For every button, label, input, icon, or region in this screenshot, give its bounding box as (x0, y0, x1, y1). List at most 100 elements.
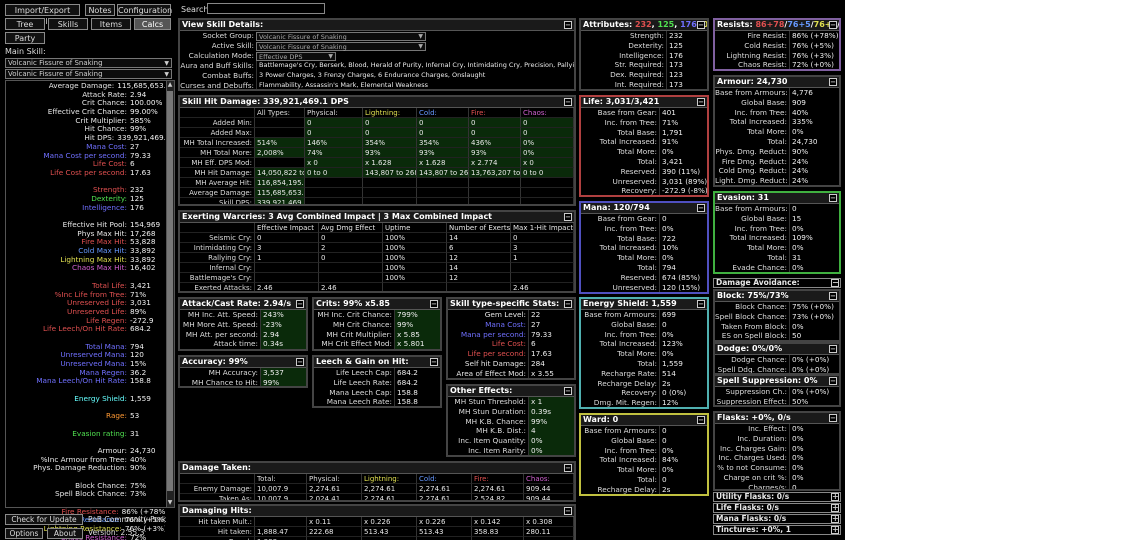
row-label: Base from Armours: (584, 310, 657, 319)
stat-row: Lightning Max Hit: 33,892 (6, 256, 165, 265)
configuration-button[interactable]: Configuration (117, 4, 172, 16)
collapse-icon[interactable]: − (697, 21, 705, 29)
tinctures-header[interactable]: Tinctures: +0%, 1 + (713, 525, 841, 535)
view-skill-select[interactable]: Effective DPS ▼ (256, 51, 336, 61)
collapse-icon[interactable]: − (697, 300, 705, 308)
mana-flasks-header[interactable]: Mana Flasks: 0/s + (713, 514, 841, 524)
grid-cell: 100% (383, 253, 447, 263)
collapse-icon[interactable]: − (296, 358, 304, 366)
about-button[interactable]: About (47, 528, 83, 539)
expand-icon[interactable]: + (831, 493, 839, 501)
collapse-icon[interactable]: − (829, 377, 837, 385)
expand-icon[interactable]: + (831, 504, 839, 512)
res-cold-value: 76+5 (787, 20, 811, 29)
search-input[interactable] (207, 3, 325, 14)
collapse-icon[interactable]: − (829, 345, 837, 353)
row-label: Cold Resist: (744, 40, 787, 50)
stat-label: Evasion rating: (72, 429, 127, 438)
stat-label: Phys Max Hit: (77, 229, 127, 238)
options-button[interactable]: Options (5, 528, 43, 539)
grid-col-header: Physical: (307, 474, 362, 484)
view-skill-select[interactable]: Volcanic Fissure of Snaking ▼ (256, 31, 426, 41)
panel-row: Total More: 0% (715, 127, 839, 137)
chevron-down-icon: ▼ (418, 42, 423, 50)
scroll-down-icon[interactable]: ▼ (166, 499, 174, 507)
row-label: MH Crit Chance: (332, 319, 392, 329)
stat-row: Total Life: 3,421 (6, 282, 165, 291)
tab-calcs[interactable]: Calcs (134, 18, 171, 30)
grid-row-label: Average Damage: (180, 188, 255, 198)
main-skill-select[interactable]: Volcanic Fissure of Snaking ▼ (5, 58, 172, 68)
tab-skills[interactable]: Skills (48, 18, 88, 30)
collapse-icon[interactable]: − (564, 464, 572, 472)
tab-tree[interactable]: Tree (5, 18, 45, 30)
tab-items[interactable]: Items (91, 18, 131, 30)
row-value: 2s (659, 484, 707, 494)
expand-icon[interactable]: + (831, 526, 839, 534)
mana-panel: Mana: 120/794− Base from Gear: 0 Inc. from… (579, 201, 709, 294)
view-skill-select[interactable]: Volcanic Fissure of Snaking ▼ (256, 41, 426, 51)
collapse-icon[interactable]: − (697, 204, 705, 212)
row-label: Base from Armours: (715, 88, 788, 97)
collapse-icon[interactable]: − (430, 300, 438, 308)
row-value: 0 (659, 474, 707, 485)
row-label: Intelligence: (619, 50, 664, 60)
collapse-icon[interactable]: − (430, 358, 438, 366)
grid-cell: 100% (383, 233, 447, 243)
collapse-icon[interactable]: − (829, 194, 837, 202)
panel-row: Inc. from Tree: 0% (581, 223, 707, 234)
stat-row: Chaos Max Hit: 16,402 (6, 264, 165, 273)
collapse-icon[interactable]: − (697, 416, 705, 424)
collapse-icon[interactable]: − (564, 300, 572, 308)
stat-value: 73% (130, 490, 147, 499)
stat-row: Mana Leech/On Hit Rate: 158.8 (6, 377, 165, 386)
grid-cell: 93% (417, 148, 469, 158)
scrollbar-thumb[interactable] (167, 91, 173, 491)
row-label: Inc. from Tree: (604, 445, 657, 455)
check-update-button[interactable]: Check for Update (5, 514, 83, 525)
grid-cell: 100% (383, 273, 447, 283)
grid-cell: 2,008% (255, 148, 305, 158)
row-label: Total: (767, 136, 788, 146)
stat-scrollbar[interactable]: ▲ ▼ (166, 81, 174, 507)
utility-flasks-header[interactable]: Utility Flasks: 0/s + (713, 492, 841, 502)
grid-cell: 2,274.61 (417, 484, 472, 494)
grid-cell: 222.68 (307, 527, 362, 537)
scroll-up-icon[interactable]: ▲ (166, 81, 174, 89)
grid-cell: 100% (383, 243, 447, 253)
row-value: 79.33 (528, 329, 574, 340)
party-button[interactable]: Party (5, 32, 45, 44)
panel-row: Mana Leech Rate: 158.8 (314, 397, 440, 406)
collapse-icon[interactable]: − (697, 98, 705, 106)
row-value: 6 (528, 339, 574, 350)
collapse-icon[interactable]: − (296, 300, 304, 308)
collapse-icon[interactable]: − (829, 414, 837, 422)
stat-row: Energy Shield: 1,559 (6, 395, 165, 404)
collapse-icon[interactable]: − (564, 387, 572, 395)
main-skill-part-select[interactable]: Volcanic Fissure of Snaking ▼ (5, 69, 172, 79)
view-skill-panel: View Skill Details: − Socket Group: Volcan… (178, 18, 576, 91)
collapse-icon[interactable]: − (564, 98, 572, 106)
collapse-icon[interactable]: − (829, 78, 837, 86)
panel-row: Evade Chance: 0% (715, 262, 839, 272)
row-label: Inc. from Tree: (734, 223, 787, 233)
life-flasks-header[interactable]: Life Flasks: 0/s + (713, 503, 841, 513)
collapse-icon[interactable]: − (564, 21, 572, 29)
collapse-icon[interactable]: − (564, 507, 572, 515)
panel-row: Area of Effect Mod: x 3.55 (448, 368, 574, 378)
collapse-icon[interactable]: − (829, 21, 837, 29)
view-skill-value: Battlemage's Cry, Berserk, Blood, Herald… (256, 61, 574, 71)
panel-row: MH Stun Duration: 0.39s (448, 406, 574, 417)
collapse-icon[interactable]: − (829, 292, 837, 300)
row-label: Inc. Charges Used: (718, 453, 787, 463)
grid-cell: 909.44 (524, 494, 574, 500)
row-value: 158.8 (394, 387, 440, 398)
expand-icon[interactable]: + (831, 515, 839, 523)
notes-button[interactable]: Notes (85, 4, 115, 16)
stat-sidebar[interactable]: Average Damage:115,685,653.4Attack Rate:… (5, 80, 175, 540)
import-export-button[interactable]: Import/Export Build (5, 4, 80, 26)
collapse-icon[interactable]: − (831, 279, 839, 287)
grid-cell (363, 188, 417, 198)
collapse-icon[interactable]: − (564, 213, 572, 221)
stat-value: 79.33 (130, 151, 151, 160)
